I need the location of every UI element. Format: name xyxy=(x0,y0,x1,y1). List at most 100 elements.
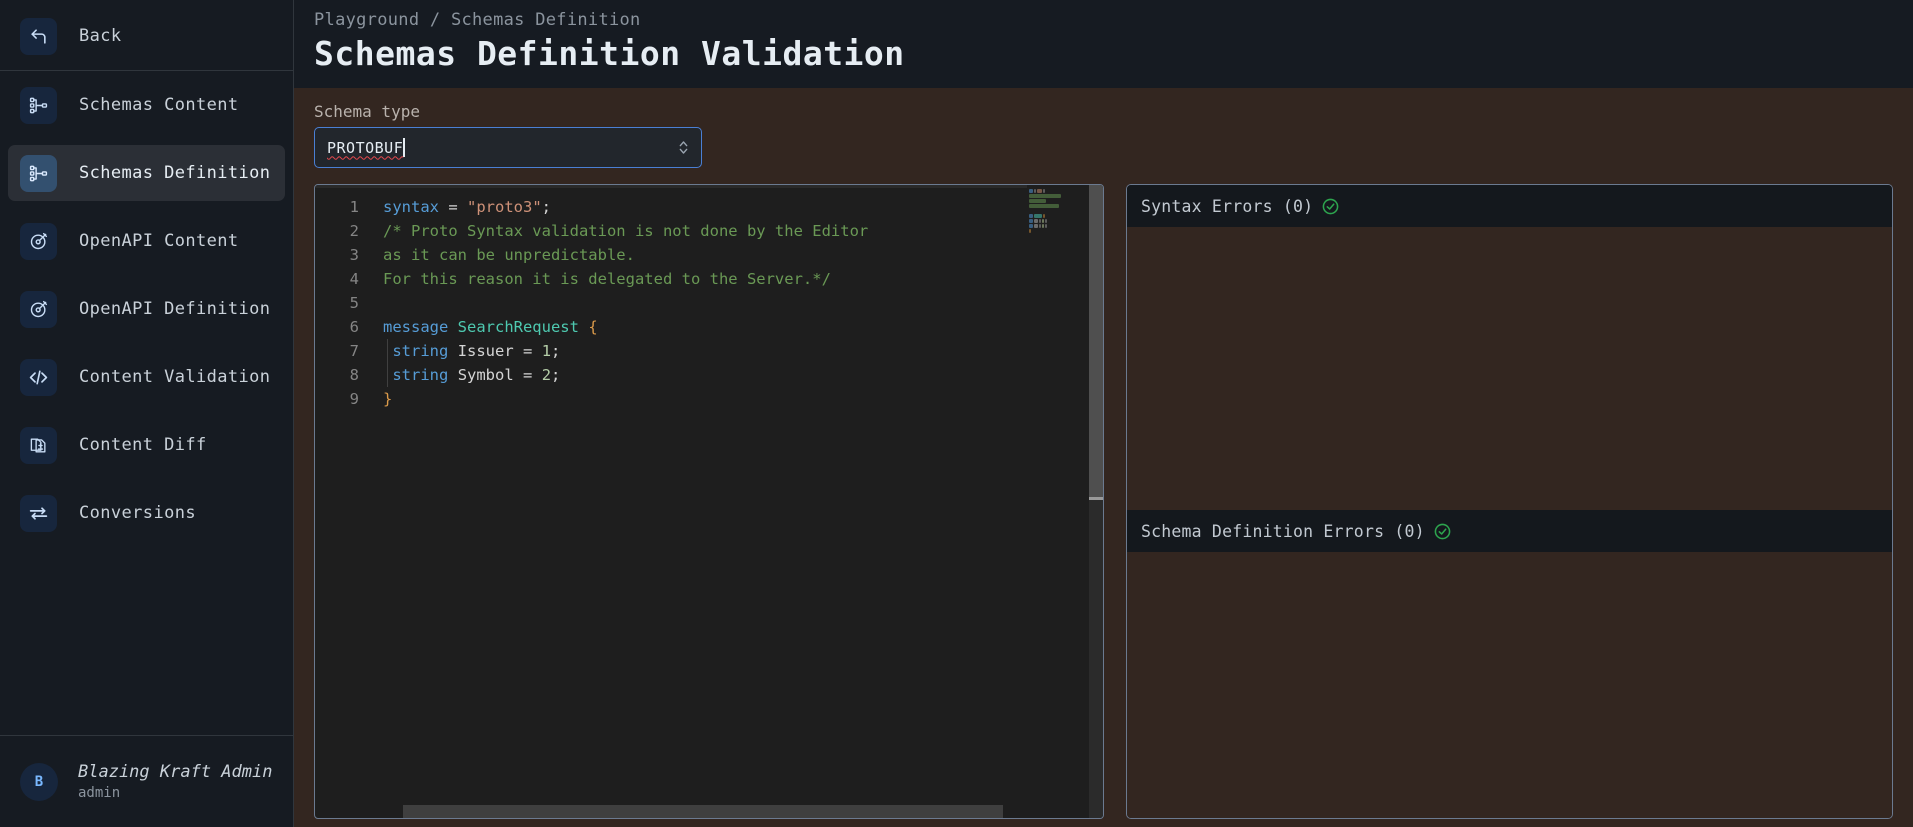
schema-type-label: Schema type xyxy=(314,102,1893,121)
sidebar-item-content-diff-label: Content Diff xyxy=(79,435,207,455)
minimap-segment xyxy=(1037,189,1042,193)
main-content: Playground / Schemas Definition Schemas … xyxy=(294,0,1913,827)
schema-definition-errors-title: Schema Definition Errors (0) xyxy=(1141,522,1425,541)
text-cursor xyxy=(403,138,405,157)
code-token: ; xyxy=(542,198,551,216)
sidebar-item-schemas-content[interactable]: Schemas Content xyxy=(8,77,285,133)
code-token: { xyxy=(588,318,597,336)
sidebar-item-schemas-definition-label: Schemas Definition xyxy=(79,163,270,183)
code-token: Symbol xyxy=(458,366,514,384)
minimap-line xyxy=(1029,214,1087,218)
validation-results: Syntax Errors (0) Sche xyxy=(1126,184,1893,819)
sidebar-item-conversions-label: Conversions xyxy=(79,503,196,523)
page-title: Schemas Definition Validation xyxy=(314,36,1893,72)
check-circle-icon xyxy=(1434,523,1451,540)
code-editor[interactable]: 123456789 syntax = "proto3";/* Proto Syn… xyxy=(314,184,1104,819)
sidebar-item-content-validation[interactable]: Content Validation xyxy=(8,349,285,405)
sidebar-item-openapi-definition[interactable]: OpenAPI Definition xyxy=(8,281,285,337)
user-role: admin xyxy=(78,784,272,803)
code-token: string xyxy=(392,342,448,360)
code-token: Issuer xyxy=(458,342,514,360)
sidebar-item-content-diff[interactable]: Content Diff xyxy=(8,417,285,473)
minimap-segment xyxy=(1029,214,1033,218)
syntax-errors-header: Syntax Errors (0) xyxy=(1127,185,1892,227)
minimap-segment xyxy=(1043,189,1045,193)
editor-minimap[interactable] xyxy=(1027,185,1089,818)
indent-guide xyxy=(387,339,388,363)
minimap-line xyxy=(1029,199,1087,203)
editor-code-line: } xyxy=(383,387,1103,411)
editor-scroll-marker xyxy=(1089,497,1103,500)
schema-tree-icon xyxy=(20,155,57,192)
code-token: ; xyxy=(551,342,560,360)
editor-line-number: 4 xyxy=(315,267,359,291)
editor-line-number: 1 xyxy=(315,195,359,219)
sidebar-item-schemas-definition[interactable]: Schemas Definition xyxy=(8,145,285,201)
minimap-segment xyxy=(1034,189,1036,193)
code-token: string xyxy=(392,366,448,384)
code-token: } xyxy=(383,390,392,408)
sidebar-item-content-validation-label: Content Validation xyxy=(79,367,270,387)
code-token: message xyxy=(383,318,458,336)
editor-code-area[interactable]: syntax = "proto3";/* Proto Syntax valida… xyxy=(371,185,1103,818)
schema-type-select[interactable]: PROTOBUF xyxy=(314,127,702,168)
sidebar-item-openapi-definition-label: OpenAPI Definition xyxy=(79,299,270,319)
code-token: = xyxy=(514,366,542,384)
schema-definition-errors-header: Schema Definition Errors (0) xyxy=(1127,510,1892,552)
sidebar-item-back[interactable]: Back xyxy=(8,8,285,64)
sidebar-item-openapi-content[interactable]: OpenAPI Content xyxy=(8,213,285,269)
minimap-segment xyxy=(1029,194,1061,198)
minimap-segment xyxy=(1034,219,1038,223)
minimap-segment xyxy=(1034,214,1042,218)
openapi-compass-icon xyxy=(20,291,57,328)
sidebar-user-footer[interactable]: B Blazing Kraft Admin admin xyxy=(0,735,293,827)
editor-code-line: message SearchRequest { xyxy=(383,315,1103,339)
minimap-segment xyxy=(1034,224,1038,228)
back-arrow-icon xyxy=(20,18,57,55)
schema-definition-errors-panel: Schema Definition Errors (0) xyxy=(1127,510,1892,818)
app-root: Back Schemas Content xyxy=(0,0,1913,827)
minimap-segment xyxy=(1029,219,1033,223)
editor-code-line: /* Proto Syntax validation is not done b… xyxy=(383,219,1103,243)
editor-vertical-scrollbar[interactable] xyxy=(1089,185,1103,818)
minimap-line xyxy=(1029,229,1087,233)
editor-vertical-scroll-thumb[interactable] xyxy=(1089,185,1103,497)
code-token xyxy=(448,342,457,360)
chevron-updown-icon[interactable] xyxy=(678,139,689,156)
minimap-segment xyxy=(1045,219,1047,223)
editor-inner: 123456789 syntax = "proto3";/* Proto Syn… xyxy=(315,185,1103,818)
schema-definition-errors-body xyxy=(1127,552,1892,818)
minimap-line xyxy=(1029,194,1087,198)
minimap-line xyxy=(1029,189,1087,193)
code-token: For this reason it is delegated to the S… xyxy=(383,270,831,288)
indent-guide xyxy=(387,363,388,387)
editor-line-number: 7 xyxy=(315,339,359,363)
schema-type-select-wrapper: PROTOBUF xyxy=(314,127,702,168)
sidebar: Back Schemas Content xyxy=(0,0,294,827)
avatar: B xyxy=(20,763,58,801)
breadcrumb: Playground / Schemas Definition xyxy=(314,10,1893,30)
sidebar-item-conversions[interactable]: Conversions xyxy=(8,485,285,541)
code-token: syntax xyxy=(383,198,439,216)
editor-horizontal-scrollbar[interactable] xyxy=(315,805,1089,818)
sidebar-spacer xyxy=(0,547,293,735)
minimap-line xyxy=(1029,224,1087,228)
editor-line-number: 5 xyxy=(315,291,359,315)
code-token: as it can be unpredictable. xyxy=(383,246,635,264)
editor-line-number: 6 xyxy=(315,315,359,339)
minimap-line xyxy=(1029,219,1087,223)
minimap-segment xyxy=(1029,229,1031,233)
editor-code-line xyxy=(383,291,1103,315)
minimap-segment xyxy=(1029,189,1033,193)
editor-code-line: as it can be unpredictable. xyxy=(383,243,1103,267)
minimap-segment xyxy=(1029,199,1046,203)
editor-line-number: 9 xyxy=(315,387,359,411)
schema-type-value: PROTOBUF xyxy=(327,139,403,157)
syntax-errors-body xyxy=(1127,227,1892,510)
panels-row: 123456789 syntax = "proto3";/* Proto Syn… xyxy=(314,184,1893,827)
editor-horizontal-scroll-thumb[interactable] xyxy=(403,805,1003,818)
code-token: = xyxy=(439,198,467,216)
page-body: Schema type PROTOBUF xyxy=(294,88,1913,827)
document-diff-icon xyxy=(20,427,57,464)
minimap-line xyxy=(1029,204,1087,208)
